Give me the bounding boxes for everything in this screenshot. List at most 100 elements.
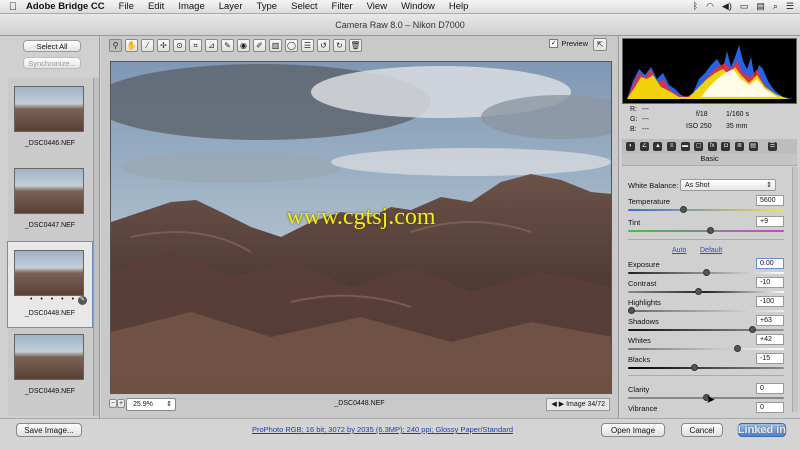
slider-value-input[interactable]: 0.00 xyxy=(756,258,784,269)
menu-file[interactable]: File xyxy=(119,1,134,12)
slider-thumb[interactable] xyxy=(706,227,714,234)
rotate-cw-icon[interactable]: ↻ xyxy=(333,38,346,52)
menu-filter[interactable]: Filter xyxy=(332,1,353,12)
menu-edit[interactable]: Edit xyxy=(148,1,164,12)
slider-track[interactable] xyxy=(628,329,784,331)
camera-calibration-tab-icon[interactable]: ◘ xyxy=(721,142,731,151)
white-balance-icon[interactable]: ⁄ xyxy=(141,38,154,52)
next-image-icon[interactable]: ▶ xyxy=(559,401,564,408)
menu-select[interactable]: Select xyxy=(291,1,317,12)
slider-track[interactable] xyxy=(628,310,784,312)
filmstrip-thumb[interactable]: _DSC0447.NEF xyxy=(8,160,92,245)
slider-thumb[interactable] xyxy=(628,307,635,314)
select-all-button[interactable]: Select All xyxy=(23,40,81,52)
detail-tab-icon[interactable]: ▲ xyxy=(653,142,663,151)
slider-value-input[interactable]: -15 xyxy=(756,353,784,364)
straighten-icon[interactable]: ⊿ xyxy=(205,38,218,52)
filmstrip-thumb-selected[interactable]: • • • • • ✎ _DSC0448.NEF xyxy=(7,241,93,328)
slider-value-input[interactable]: 0 xyxy=(756,383,784,394)
bluetooth-icon[interactable]: ᛒ xyxy=(693,1,698,12)
preview-label: Preview xyxy=(561,39,588,48)
panel-scrollbar[interactable] xyxy=(792,167,798,412)
filmstrip-thumb[interactable]: _DSC0446.NEF xyxy=(8,78,92,163)
slider-thumb[interactable] xyxy=(702,269,710,276)
status-bar: − + 25.9% ⇕ _DSC0448.NEF ◀ ▶ Image 34/72 xyxy=(101,396,618,414)
app-menu[interactable]: Adobe Bridge CC xyxy=(26,1,105,12)
battery-icon[interactable]: ▭ xyxy=(740,1,749,12)
adjustment-brush-icon[interactable]: ✐ xyxy=(253,38,266,52)
wifi-icon[interactable]: ◠ xyxy=(706,1,714,12)
preview-toggle[interactable]: ✓ Preview xyxy=(549,39,588,48)
slider-thumb[interactable] xyxy=(749,326,757,333)
slider-track[interactable] xyxy=(628,209,784,211)
radial-filter-icon[interactable]: ◯ xyxy=(285,38,298,52)
synchronize-button[interactable]: Synchronize... xyxy=(23,57,81,69)
flag-icon[interactable]: ▤ xyxy=(756,1,765,12)
white-balance-label: White Balance: xyxy=(628,181,679,190)
white-balance-select[interactable]: As Shot ⇕ xyxy=(680,179,776,191)
star-rating[interactable]: • • • • • xyxy=(30,296,77,303)
menu-window[interactable]: Window xyxy=(401,1,435,12)
slider-thumb[interactable] xyxy=(695,288,703,295)
basic-tab-icon[interactable]: ◐ xyxy=(626,142,636,151)
rotate-ccw-icon[interactable]: ↺ xyxy=(317,38,330,52)
auto-link[interactable]: Auto xyxy=(672,247,686,254)
slider-value-input[interactable]: 0 xyxy=(756,402,784,413)
slider-value-input[interactable]: -100 xyxy=(756,296,784,307)
open-image-button[interactable]: Open Image xyxy=(601,423,665,437)
panel-menu-icon[interactable]: ☰ xyxy=(767,142,777,151)
default-link[interactable]: Default xyxy=(700,247,722,254)
photo-preview[interactable]: www.cgtsj.com xyxy=(110,61,612,394)
trash-icon[interactable]: 🗑 xyxy=(349,38,362,52)
preview-checkbox[interactable]: ✓ xyxy=(549,39,559,48)
snapshots-tab-icon[interactable]: ▤ xyxy=(748,142,758,151)
image-navigator[interactable]: ◀ ▶ Image 34/72 xyxy=(546,398,610,411)
spot-removal-icon[interactable]: ✎ xyxy=(221,38,234,52)
menu-layer[interactable]: Layer xyxy=(219,1,243,12)
zoom-icon[interactable]: ⚲ xyxy=(109,38,122,52)
slider-value-input[interactable]: 5600 xyxy=(756,195,784,206)
crop-icon[interactable]: ⌗ xyxy=(189,38,202,52)
slider-thumb[interactable] xyxy=(680,206,688,213)
fullscreen-icon[interactable]: ⇱ xyxy=(593,38,607,51)
menu-image[interactable]: Image xyxy=(178,1,204,12)
slider-value-input[interactable]: +9 xyxy=(756,216,784,227)
presets-tab-icon[interactable]: ≣ xyxy=(735,142,745,151)
slider-track[interactable] xyxy=(628,348,784,350)
menu-type[interactable]: Type xyxy=(257,1,278,12)
effects-tab-icon[interactable]: fx xyxy=(707,142,717,151)
hsl-tab-icon[interactable]: ≡ xyxy=(667,142,677,151)
graduated-filter-icon[interactable]: ▥ xyxy=(269,38,282,52)
save-image-button[interactable]: Save Image... xyxy=(16,423,82,437)
slider-value-input[interactable]: -10 xyxy=(756,277,784,288)
preferences-icon[interactable]: ☰ xyxy=(301,38,314,52)
slider-track[interactable] xyxy=(628,291,784,293)
filmstrip-thumb[interactable]: _DSC0449.NEF xyxy=(8,326,92,411)
tone-curve-tab-icon[interactable]: ∠ xyxy=(639,142,649,151)
slider-label: Clarity xyxy=(628,385,650,394)
list-icon[interactable]: ☰ xyxy=(786,1,794,12)
slider-value-input[interactable]: +42 xyxy=(756,334,784,345)
menu-help[interactable]: Help xyxy=(449,1,469,12)
slider-thumb[interactable] xyxy=(733,345,741,352)
red-eye-icon[interactable]: ◉ xyxy=(237,38,250,52)
slider-value-input[interactable]: +63 xyxy=(756,315,784,326)
workflow-options-link[interactable]: ProPhoto RGB; 16 bit; 3072 by 2035 (6.3M… xyxy=(252,425,513,434)
menu-view[interactable]: View xyxy=(367,1,387,12)
filmstrip-scrollbar[interactable] xyxy=(93,78,99,416)
volume-icon[interactable]: ◀) xyxy=(722,1,732,12)
color-sampler-icon[interactable]: ✢ xyxy=(157,38,170,52)
iso: ISO 250 xyxy=(686,123,712,130)
slider-label: Vibrance xyxy=(628,404,658,413)
search-icon[interactable]: ⌕ xyxy=(773,1,778,12)
slider-track[interactable] xyxy=(628,367,784,369)
lens-corrections-tab-icon[interactable]: ▢ xyxy=(694,142,704,151)
split-toning-tab-icon[interactable]: ▬ xyxy=(680,142,690,151)
hand-icon[interactable]: ✋ xyxy=(125,38,138,52)
slider-thumb[interactable] xyxy=(691,364,699,371)
thumbnail-image xyxy=(14,334,84,380)
prev-image-icon[interactable]: ◀ xyxy=(551,401,556,408)
cancel-button[interactable]: Cancel xyxy=(681,423,723,437)
apple-icon[interactable]:  xyxy=(0,1,26,13)
targeted-adjust-icon[interactable]: ⊙ xyxy=(173,38,186,52)
